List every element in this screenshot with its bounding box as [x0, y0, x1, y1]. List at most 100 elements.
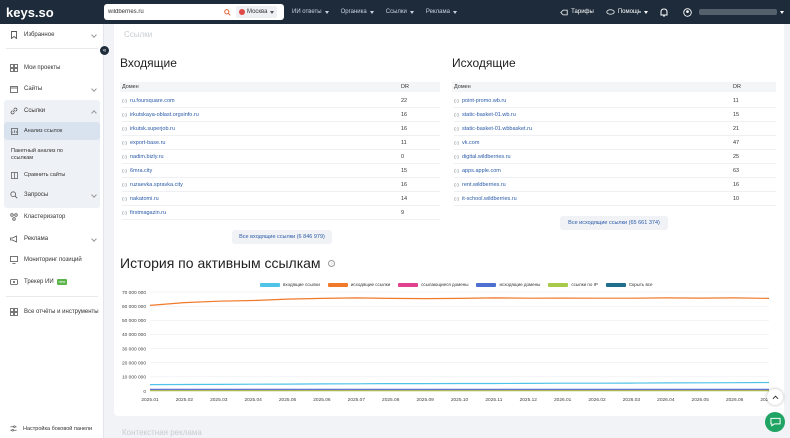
- contrib-legend: Контекстная реклама: [122, 428, 202, 437]
- y-tick-label: 40 000 000: [122, 332, 146, 338]
- logo[interactable]: keys.so: [6, 3, 54, 21]
- x-tick-label: 2025.03: [210, 397, 228, 403]
- table-row: point-promo.wb.ru 11: [454, 94, 776, 107]
- region-label: Москва: [247, 9, 268, 15]
- sidebar-item-label: Трекер ИИ: [24, 279, 54, 285]
- new-badge: new: [56, 279, 68, 285]
- domain-link[interactable]: irkutskaya-oblast.orgsinfo.ru: [122, 112, 199, 118]
- dr-value: 16: [733, 181, 740, 188]
- user-menu[interactable]: [683, 7, 784, 17]
- table-row: export-base.ru 11: [122, 136, 440, 149]
- domain-link[interactable]: vk.com: [454, 140, 479, 146]
- sidebar-item-all-reports[interactable]: Все отчёты и инструменты: [0, 302, 104, 322]
- nav-ads[interactable]: Реклама: [426, 9, 457, 15]
- domain-link[interactable]: irkutsk.superjob.ru: [122, 126, 175, 132]
- tariffs-label: Тарифы: [571, 9, 594, 15]
- all-outgoing-button[interactable]: Все исходящие ссылки (65 661 374): [560, 216, 668, 230]
- sidebar-item-clusterer[interactable]: Кластеризатор: [0, 207, 104, 227]
- analysis-icon: [11, 127, 19, 135]
- nav-organic[interactable]: Органика: [341, 9, 374, 15]
- domain-link[interactable]: ruzaevka.spravka.city: [122, 182, 183, 188]
- domain-link[interactable]: export-base.ru: [122, 140, 165, 146]
- sidebar-item-favorites[interactable]: Избранное: [0, 25, 104, 45]
- user-icon: [683, 7, 692, 17]
- top-nav: ИИ ответы Органика Ссылки Реклама: [292, 0, 469, 24]
- chevron-down-icon: [452, 10, 457, 14]
- y-tick-label: 10 000 000: [122, 375, 146, 381]
- sidebar-item-label: Все отчёты и инструменты: [24, 309, 99, 315]
- domain-link[interactable]: ru.foursquare.com: [122, 98, 175, 104]
- scroll-up-button[interactable]: [767, 389, 783, 405]
- top-right: Тарифы Помощь: [548, 0, 784, 24]
- domain-link[interactable]: rent.wildberries.ru: [454, 182, 506, 188]
- link-icon: [454, 168, 459, 173]
- sidebar-item-positions[interactable]: Мониторинг позиций: [0, 250, 104, 270]
- table-row: nadim.bizly.ru 0: [122, 150, 440, 163]
- domain-link[interactable]: firstmagazin.ru: [122, 210, 166, 216]
- history-chart: 70 000 000 60 000 000 50 000 000 40 000 000…: [122, 290, 778, 403]
- dr-value: 11: [401, 139, 407, 146]
- divider: [6, 48, 98, 49]
- sidebar-item-ai-tracker[interactable]: Трекер ИИ new: [0, 272, 104, 292]
- sidebar-item-links[interactable]: Ссылки: [0, 101, 104, 121]
- sidebar-item-compare-sites[interactable]: Сравнить сайты: [4, 166, 100, 184]
- domain-text: nakatomi.ru: [130, 195, 159, 202]
- domain-link[interactable]: apps.apple.com: [454, 168, 501, 174]
- chevron-down-icon: [91, 32, 97, 38]
- incoming-col-domain: Домен: [122, 84, 139, 90]
- bell-icon[interactable]: [660, 7, 671, 17]
- all-outgoing-label: Все исходящие ссылки (65 661 374): [568, 220, 660, 226]
- series-line-0: [149, 381, 770, 386]
- sidebar-settings[interactable]: Настройка боковой панели: [0, 420, 104, 438]
- sidebar-item-ads[interactable]: Реклама: [0, 229, 104, 249]
- sidebar-item-label: Сайты: [24, 86, 43, 92]
- nav-links[interactable]: Ссылки: [386, 9, 414, 15]
- outgoing-col-domain: Домен: [454, 84, 471, 90]
- apps-icon: [10, 308, 18, 316]
- x-tick-label: 2025.05: [279, 397, 297, 403]
- table-row: irkutskaya-oblast.orgsinfo.ru 16: [122, 108, 440, 121]
- sidebar-item-label: Запросы: [24, 192, 49, 198]
- link-icon: [122, 210, 127, 215]
- help-question-icon[interactable]: ?: [328, 260, 335, 267]
- search-input[interactable]: [104, 5, 222, 19]
- nav-ai-answers[interactable]: ИИ ответы: [292, 9, 329, 15]
- x-tick-label: 2026.02: [588, 397, 606, 403]
- region-select[interactable]: Москва: [236, 6, 278, 18]
- dr-value: 16: [401, 125, 408, 132]
- dr-value: 47: [733, 139, 740, 146]
- chat-button[interactable]: [765, 412, 785, 432]
- domain-text: ruzaevka.spravka.city: [130, 181, 183, 188]
- dr-value: 10: [733, 195, 740, 202]
- tariffs-link[interactable]: Тарифы: [560, 9, 594, 16]
- link-icon: [122, 168, 127, 173]
- domain-link[interactable]: it-school.wildberries.ru: [454, 196, 517, 202]
- domain-link[interactable]: static-basket-01.wbbasket.ru: [454, 126, 532, 132]
- domain-link[interactable]: 6mra.city: [122, 168, 152, 174]
- domain-link[interactable]: nakatomi.ru: [122, 196, 159, 202]
- domain-text: vk.com: [462, 139, 480, 146]
- incoming-table-header: [120, 82, 440, 92]
- domain-link[interactable]: digital.wildberries.ru: [454, 154, 511, 160]
- dr-value: 0: [401, 153, 405, 160]
- sidebar-item-links-analysis[interactable]: Анализ ссылок: [4, 122, 100, 140]
- search-icon[interactable]: [222, 7, 232, 17]
- search-icon: [10, 191, 18, 199]
- sidebar-item-sites[interactable]: Сайты: [0, 79, 104, 99]
- chevron-up-icon: [91, 110, 97, 116]
- sidebar-item-queries[interactable]: Запросы: [0, 185, 104, 205]
- domain-link[interactable]: static-basket-01.wb.ru: [454, 112, 516, 118]
- help-menu[interactable]: Помощь: [606, 9, 648, 15]
- chevron-down-icon: [91, 86, 97, 92]
- sidebar-item-batch-analysis[interactable]: Пакетный анализ по ссылкам: [4, 144, 100, 166]
- all-incoming-button[interactable]: Все входящие ссылки (6 846 979): [232, 230, 332, 244]
- table-row: nakatomi.ru 14: [122, 192, 440, 205]
- domain-link[interactable]: nadim.bizly.ru: [122, 154, 164, 160]
- sidebar-item-label: Сравнить сайты: [24, 171, 66, 178]
- window-icon: [10, 85, 18, 93]
- x-tick-label: 2025.12: [520, 397, 538, 403]
- link-icon: [122, 112, 127, 117]
- domain-link[interactable]: point-promo.wb.ru: [454, 98, 506, 104]
- sidebar-item-projects[interactable]: Мои проекты: [0, 58, 104, 78]
- collapse-sidebar-button[interactable]: «: [100, 46, 109, 55]
